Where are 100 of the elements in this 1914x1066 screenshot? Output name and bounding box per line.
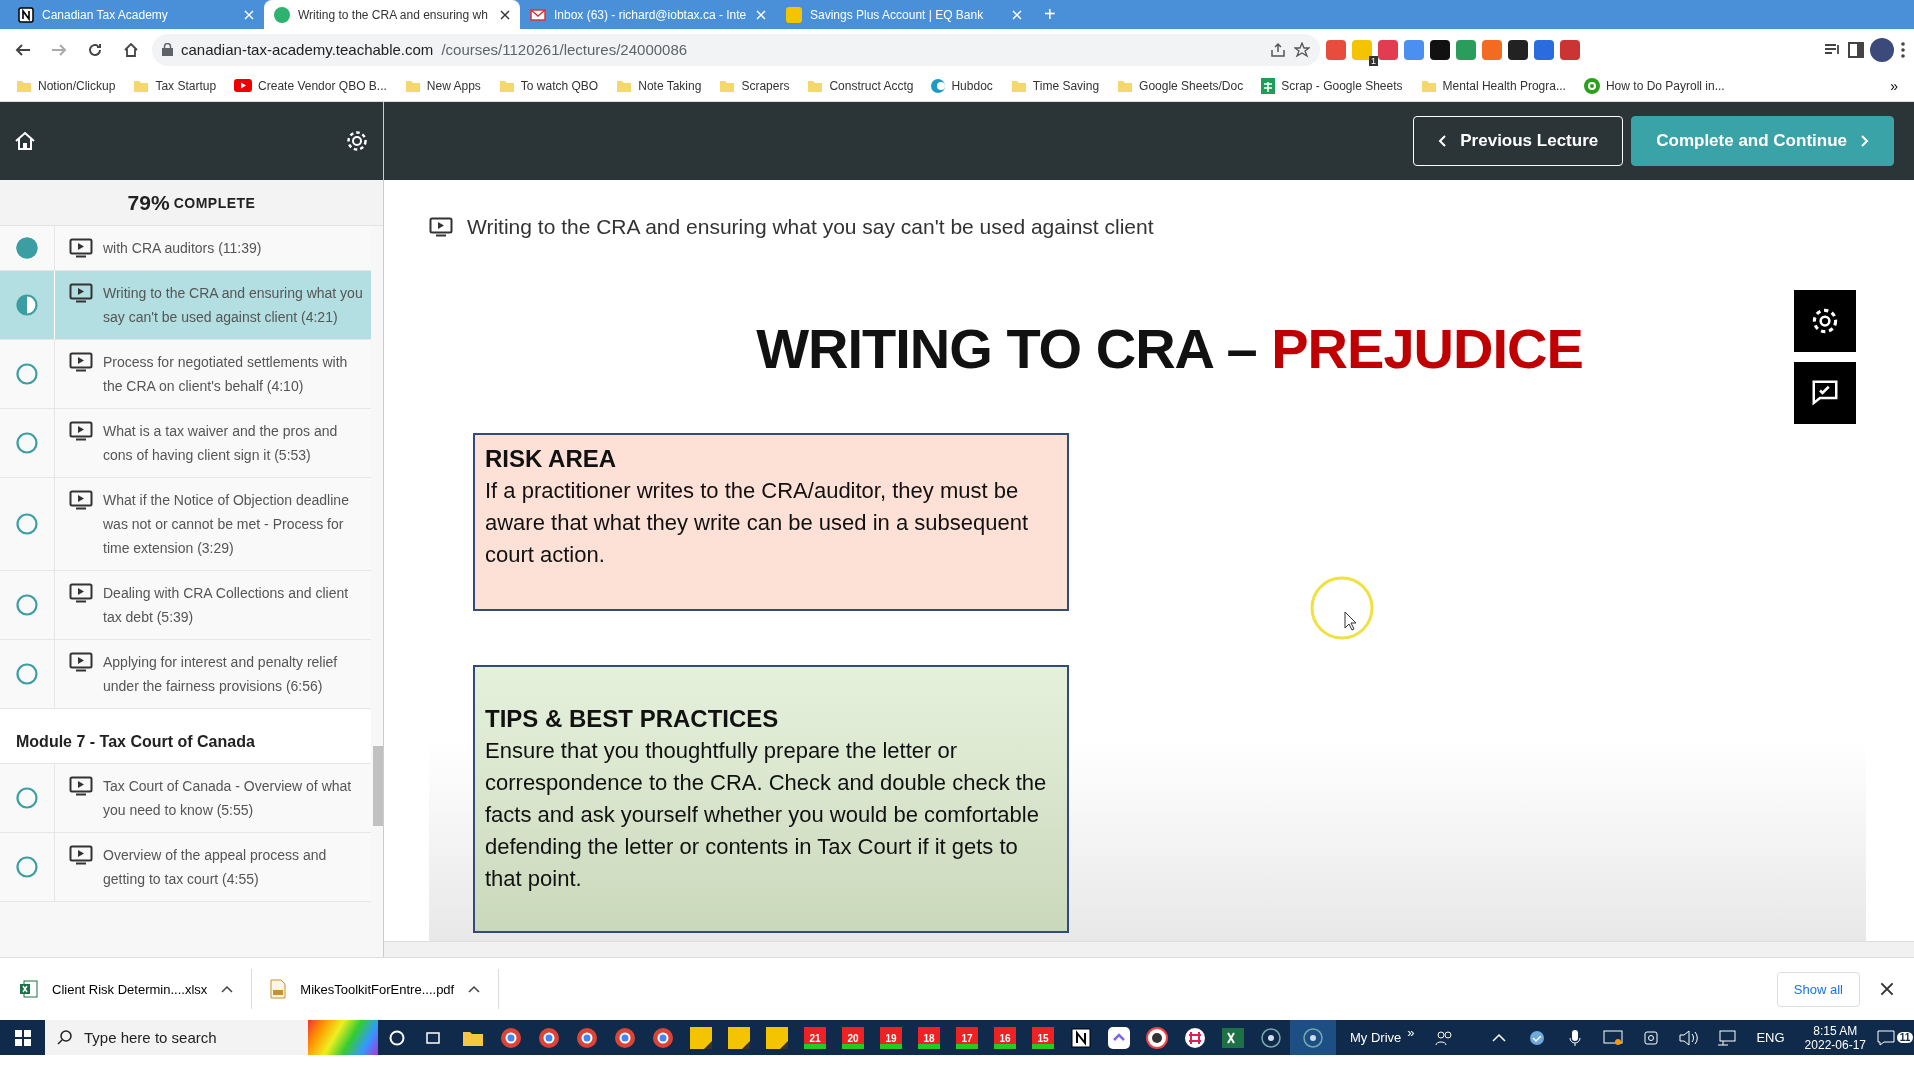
lesson-item[interactable]: Process for negotiated settlements with the CRA on client's behalf (4:10) — [0, 340, 371, 409]
bookmark[interactable]: Construct Acctg — [801, 78, 920, 93]
progress-label: 79% COMPLETE — [0, 180, 383, 226]
menu-icon[interactable] — [1900, 40, 1906, 59]
side-panel-icon[interactable] — [1848, 41, 1864, 58]
calendar-icon[interactable]: 19 — [880, 1026, 902, 1049]
scrollbar-thumb[interactable] — [373, 746, 383, 826]
mail-icon — [530, 6, 546, 23]
bookmark[interactable]: Google Sheets/Doc — [1111, 78, 1250, 93]
extension-icon[interactable] — [1352, 39, 1372, 60]
logo-icon — [786, 6, 802, 23]
bookmark[interactable]: Scrapers — [713, 78, 796, 93]
lesson-title: Writing to the CRA and ensuring what you say can't be used against client (4:21) — [103, 284, 363, 327]
previous-lecture-button[interactable]: Previous Lecture — [1413, 116, 1624, 166]
caret-icon[interactable] — [221, 985, 234, 993]
calendar-icon[interactable]: 21 — [804, 1026, 826, 1049]
calendar-icon[interactable]: 15 — [1032, 1026, 1054, 1049]
profile-avatar[interactable] — [1870, 37, 1894, 62]
bookmark[interactable]: How to Do Payroll in... — [1577, 77, 1731, 94]
horizontal-scrollbar[interactable] — [384, 941, 1914, 957]
record-icon[interactable] — [1290, 1020, 1336, 1055]
lesson-title: Overview of the appeal process and getting to tax court (4:55) — [103, 846, 328, 889]
logo-icon — [18, 6, 34, 23]
lesson-item[interactable]: Tax Court of Canada - Overview of what you need to know (5:55) — [0, 764, 371, 833]
search-icon — [57, 1030, 72, 1045]
folder-icon — [498, 78, 515, 93]
home-icon[interactable] — [14, 130, 36, 152]
language-indicator[interactable]: ENG — [1746, 1030, 1795, 1045]
bookmark[interactable]: Hubdoc — [925, 77, 999, 94]
slide-title: WRITING TO CRA – PREJUDICE — [756, 316, 1583, 381]
star-icon[interactable] — [1294, 41, 1310, 58]
calendar-icon[interactable]: 16 — [994, 1026, 1016, 1049]
search-box[interactable]: Type here to search — [45, 1020, 308, 1055]
lesson-title: Applying for interest and penalty relief under the fairness provisions (6:56) — [103, 653, 339, 696]
calendar-icon[interactable]: 17 — [956, 1026, 978, 1049]
folder-icon — [1420, 78, 1437, 93]
search-field[interactable]: Type here to search — [82, 1028, 286, 1047]
show-all-button[interactable]: Show all — [1776, 971, 1860, 1007]
browser-tab[interactable]: Writing to the CRA and ensuring wh — [264, 0, 520, 29]
site-icon — [931, 77, 946, 94]
notification-count: 11 — [1896, 1032, 1914, 1043]
video-icon — [69, 845, 93, 865]
logo-icon — [274, 6, 290, 23]
lesson-item[interactable]: What is a tax waiver and the pros and cons of having client sign it (5:53) — [0, 409, 371, 478]
calendar-icon[interactable]: 20 — [842, 1026, 864, 1049]
video-icon — [69, 238, 93, 258]
lesson-title: What is a tax waiver and the pros and cons of having client sign it (5:53) — [103, 422, 339, 465]
windows-logo-icon[interactable] — [14, 1029, 31, 1046]
lesson-item[interactable]: What if the Notice of Objection deadline was not or cannot be met - Process for time extension (3:29) — [0, 478, 371, 571]
lesson-item[interactable]: Writing to the CRA and ensuring what you say can't be used against client (4:21) — [0, 271, 371, 340]
bookmark[interactable]: Scrap - Google Sheets — [1255, 77, 1409, 94]
lesson-title: Process for negotiated settlements with the CRA on client's behalf (4:10) — [103, 353, 349, 396]
video-icon — [69, 283, 93, 303]
video-icon — [429, 217, 453, 237]
notifications-icon[interactable] — [1876, 1029, 1895, 1046]
rainbow-drawing — [308, 1020, 378, 1055]
calendar-icon[interactable]: 18 — [918, 1026, 940, 1049]
gear-icon — [1810, 306, 1840, 336]
bookmark[interactable]: Time Saving — [1004, 78, 1106, 93]
address-bar[interactable]: canadian-tax-academy.teachable.com /courses/1120261/lectures/24000086 — [152, 33, 1320, 66]
lesson-item[interactable]: with CRA auditors (11:39) — [0, 226, 371, 271]
lesson-item[interactable]: Overview of the appeal process and getting to tax court (4:55) — [0, 833, 371, 902]
close-icon[interactable] — [500, 9, 510, 20]
extension-badge: 1 — [1369, 55, 1378, 66]
folder-icon — [1010, 78, 1027, 93]
bookmark[interactable]: Tax Startup — [127, 78, 223, 93]
video-icon — [69, 776, 93, 796]
extension-icon[interactable] — [1508, 39, 1528, 60]
bookmark[interactable]: Note Taking — [610, 78, 708, 93]
folder-icon — [1117, 78, 1134, 93]
lock-icon — [162, 43, 173, 56]
more-bookmarks-button[interactable]: » — [1884, 76, 1904, 95]
share-icon[interactable] — [1270, 41, 1286, 58]
bookmark[interactable]: New Apps — [398, 78, 487, 93]
chevron-right-icon — [1861, 135, 1869, 147]
comment-icon — [1810, 378, 1840, 408]
comment-button[interactable] — [1794, 362, 1856, 424]
caret-icon[interactable] — [468, 985, 481, 993]
toolbar-label[interactable]: My Drive — [1350, 1030, 1402, 1045]
lesson-title: Dealing with CRA Collections and client tax debt (5:39) — [103, 584, 350, 627]
folder-icon — [807, 78, 824, 93]
folder-icon — [719, 78, 736, 93]
bookmark[interactable]: Create Vendor QBO B... — [228, 78, 393, 93]
download-item[interactable]: MikesToolkitForEntre....pdf — [266, 969, 500, 1009]
bookmark[interactable]: To watch QBO — [492, 78, 605, 93]
video-icon — [69, 583, 93, 603]
lesson-item[interactable]: Dealing with CRA Collections and client tax debt (5:39) — [0, 571, 371, 640]
extension-icon[interactable] — [1430, 39, 1450, 60]
folder-icon — [616, 78, 633, 93]
bookmark[interactable]: Mental Health Progra... — [1414, 78, 1572, 93]
lesson-item[interactable]: Applying for interest and penalty relief under the fairness provisions (6:56) — [0, 640, 371, 709]
settings-button[interactable] — [1794, 290, 1856, 352]
video-icon — [69, 421, 93, 441]
close-icon[interactable] — [1880, 982, 1894, 996]
bookmark[interactable]: Notion/Clickup — [10, 78, 122, 93]
toolbar-expand[interactable]: » — [1407, 1025, 1415, 1040]
clock[interactable]: 8:15 AM 2022-06-17 — [1794, 1023, 1876, 1052]
download-item[interactable]: Client Risk Determin....xlsx — [16, 969, 253, 1009]
settings-icon[interactable] — [345, 129, 369, 153]
pdf-file-icon — [270, 979, 287, 999]
